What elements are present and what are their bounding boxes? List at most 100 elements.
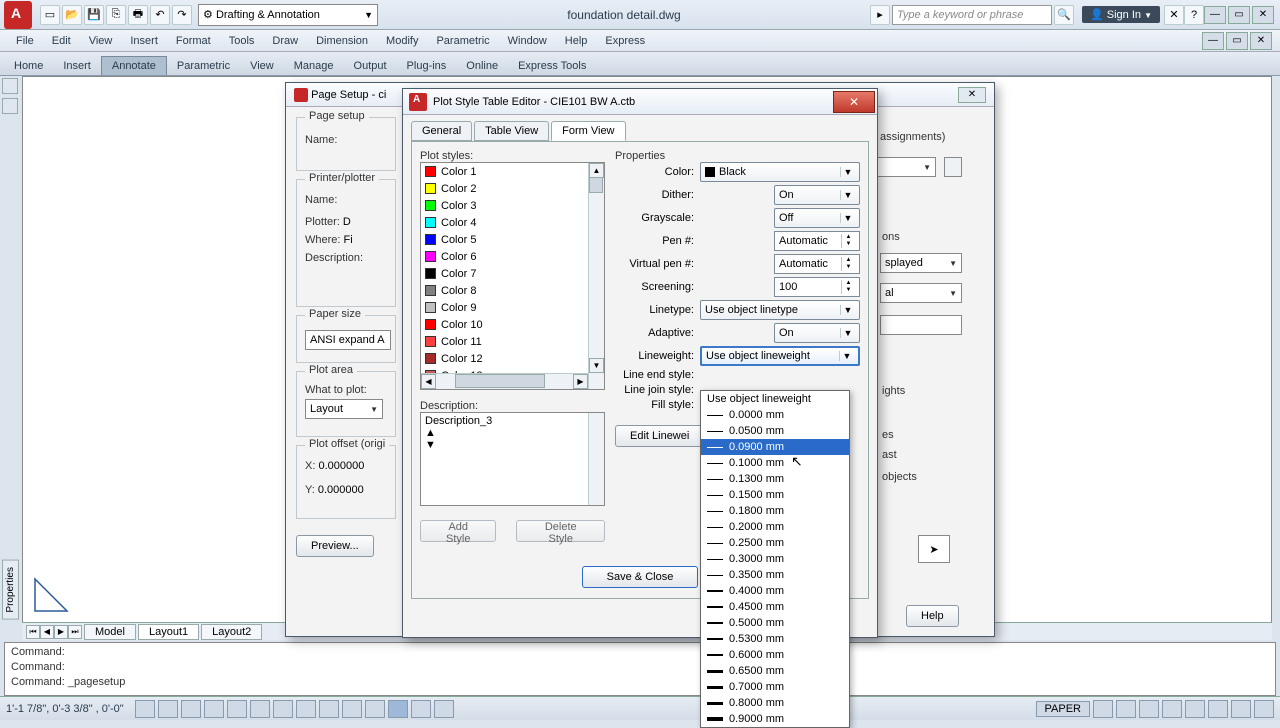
- plot-style-item[interactable]: Color 11: [421, 333, 604, 350]
- dd-item-default[interactable]: Use object lineweight: [701, 391, 849, 407]
- what-to-plot-combo[interactable]: Layout▼: [305, 399, 383, 419]
- sheet-layout1[interactable]: Layout1: [138, 624, 199, 640]
- dyn-toggle[interactable]: [319, 700, 339, 718]
- page-setup-close[interactable]: ✕: [958, 87, 986, 103]
- am-toggle[interactable]: [434, 700, 454, 718]
- minimize-button[interactable]: —: [1204, 6, 1226, 24]
- scroll-thumb-h[interactable]: [455, 374, 545, 388]
- plot-style-item[interactable]: Color 4: [421, 214, 604, 231]
- dd-item[interactable]: 0.2000 mm: [701, 519, 849, 535]
- dd-item[interactable]: 0.3000 mm: [701, 551, 849, 567]
- tab-insert[interactable]: Insert: [53, 57, 101, 75]
- preview-button[interactable]: Preview...: [296, 535, 374, 557]
- plot-style-item[interactable]: Color 8: [421, 282, 604, 299]
- tab-annotate[interactable]: Annotate: [101, 56, 167, 75]
- linetype-combo[interactable]: Use object linetype▼: [700, 300, 860, 320]
- dd-item[interactable]: 0.1500 mm: [701, 487, 849, 503]
- status-btn[interactable]: [1162, 700, 1182, 718]
- dd-item[interactable]: 0.9000 mm: [701, 711, 849, 727]
- dd-item[interactable]: 0.1800 mm: [701, 503, 849, 519]
- grayscale-combo[interactable]: Off▼: [774, 208, 860, 228]
- open-icon[interactable]: 📂: [62, 5, 82, 25]
- status-btn[interactable]: [1208, 700, 1228, 718]
- plot-icon[interactable]: 🖶: [128, 5, 148, 25]
- status-btn[interactable]: [1093, 700, 1113, 718]
- scroll-thumb-v[interactable]: [589, 177, 603, 193]
- command-window[interactable]: Command: Command: Command: _pagesetup: [4, 642, 1276, 696]
- scroll-up-icon[interactable]: ▲: [589, 163, 604, 178]
- dd-item[interactable]: 0.2500 mm: [701, 535, 849, 551]
- save-icon[interactable]: 💾: [84, 5, 104, 25]
- status-btn[interactable]: [1185, 700, 1205, 718]
- sheet-layout2[interactable]: Layout2: [201, 624, 262, 640]
- help-icon[interactable]: ?: [1184, 5, 1204, 25]
- search-icon[interactable]: 🔍: [1054, 5, 1074, 25]
- tab-parametric[interactable]: Parametric: [167, 57, 240, 75]
- menu-parametric[interactable]: Parametric: [428, 33, 497, 49]
- scroll-left-icon[interactable]: ◀: [421, 374, 436, 389]
- dd-item[interactable]: 0.7000 mm: [701, 679, 849, 695]
- delete-style-button[interactable]: Delete Style: [516, 520, 605, 542]
- search-input[interactable]: Type a keyword or phrase: [892, 5, 1052, 25]
- qp-toggle[interactable]: [388, 700, 408, 718]
- osnap3d-toggle[interactable]: [250, 700, 270, 718]
- sign-in-button[interactable]: 👤 Sign In ▼: [1082, 6, 1160, 23]
- tab-tableview[interactable]: Table View: [474, 121, 549, 141]
- dpi-input[interactable]: [880, 315, 962, 335]
- tab-online[interactable]: Online: [456, 57, 508, 75]
- status-btn[interactable]: [1254, 700, 1274, 718]
- dd-item[interactable]: 0.1300 mm: [701, 471, 849, 487]
- tab-manage[interactable]: Manage: [284, 57, 344, 75]
- help-button[interactable]: Help: [906, 605, 959, 627]
- lwt-toggle[interactable]: [342, 700, 362, 718]
- tab-formview[interactable]: Form View: [551, 121, 625, 141]
- child-minimize[interactable]: —: [1202, 32, 1224, 50]
- paper-combo[interactable]: ANSI expand A: [305, 330, 391, 350]
- child-close[interactable]: ✕: [1250, 32, 1272, 50]
- saveas-icon[interactable]: ⎘: [106, 5, 126, 25]
- sheet-model[interactable]: Model: [84, 624, 136, 640]
- edit-lineweights-button[interactable]: Edit Linewei: [615, 425, 704, 447]
- otrack-toggle[interactable]: [273, 700, 293, 718]
- pen-input[interactable]: Automatic▲▼: [774, 231, 860, 251]
- maximize-button[interactable]: ▭: [1228, 6, 1250, 24]
- tab-home[interactable]: Home: [4, 57, 53, 75]
- quality-combo[interactable]: al▼: [880, 283, 962, 303]
- menu-window[interactable]: Window: [500, 33, 555, 49]
- palette-icon[interactable]: [2, 78, 18, 94]
- child-restore[interactable]: ▭: [1226, 32, 1248, 50]
- dither-combo[interactable]: On▼: [774, 185, 860, 205]
- desc-scroll-up[interactable]: ▲: [425, 427, 600, 439]
- desc-scroll-down[interactable]: ▼: [425, 439, 600, 451]
- color-combo[interactable]: Black▼: [700, 162, 860, 182]
- dd-item[interactable]: 0.0900 mm: [701, 439, 849, 455]
- dd-item[interactable]: 0.0500 mm: [701, 423, 849, 439]
- dd-item[interactable]: 0.6500 mm: [701, 663, 849, 679]
- dd-item[interactable]: 0.6000 mm: [701, 647, 849, 663]
- plot-style-item[interactable]: Color 10: [421, 316, 604, 333]
- properties-palette-tab[interactable]: Properties: [2, 560, 19, 620]
- menu-file[interactable]: File: [8, 33, 42, 49]
- dd-item[interactable]: 0.5300 mm: [701, 631, 849, 647]
- shade-combo[interactable]: splayed▼: [880, 253, 962, 273]
- menu-draw[interactable]: Draw: [264, 33, 306, 49]
- tab-expresstools[interactable]: Express Tools: [508, 57, 596, 75]
- add-style-button[interactable]: Add Style: [420, 520, 496, 542]
- plot-style-item[interactable]: Color 5: [421, 231, 604, 248]
- status-btn[interactable]: [1231, 700, 1251, 718]
- menu-format[interactable]: Format: [168, 33, 219, 49]
- save-close-button[interactable]: Save & Close: [582, 566, 699, 588]
- polar-toggle[interactable]: [204, 700, 224, 718]
- dd-item[interactable]: 0.8000 mm: [701, 695, 849, 711]
- tab-nav-first[interactable]: ⏮: [26, 625, 40, 639]
- adaptive-combo[interactable]: On▼: [774, 323, 860, 343]
- status-btn[interactable]: [1116, 700, 1136, 718]
- scroll-right-icon[interactable]: ▶: [573, 374, 588, 389]
- status-btn[interactable]: [1139, 700, 1159, 718]
- sc-toggle[interactable]: [411, 700, 431, 718]
- plot-style-item[interactable]: Color 12: [421, 350, 604, 367]
- menu-dimension[interactable]: Dimension: [308, 33, 376, 49]
- palette-icon[interactable]: [2, 98, 18, 114]
- dd-item[interactable]: 0.5000 mm: [701, 615, 849, 631]
- dd-item[interactable]: 0.4000 mm: [701, 583, 849, 599]
